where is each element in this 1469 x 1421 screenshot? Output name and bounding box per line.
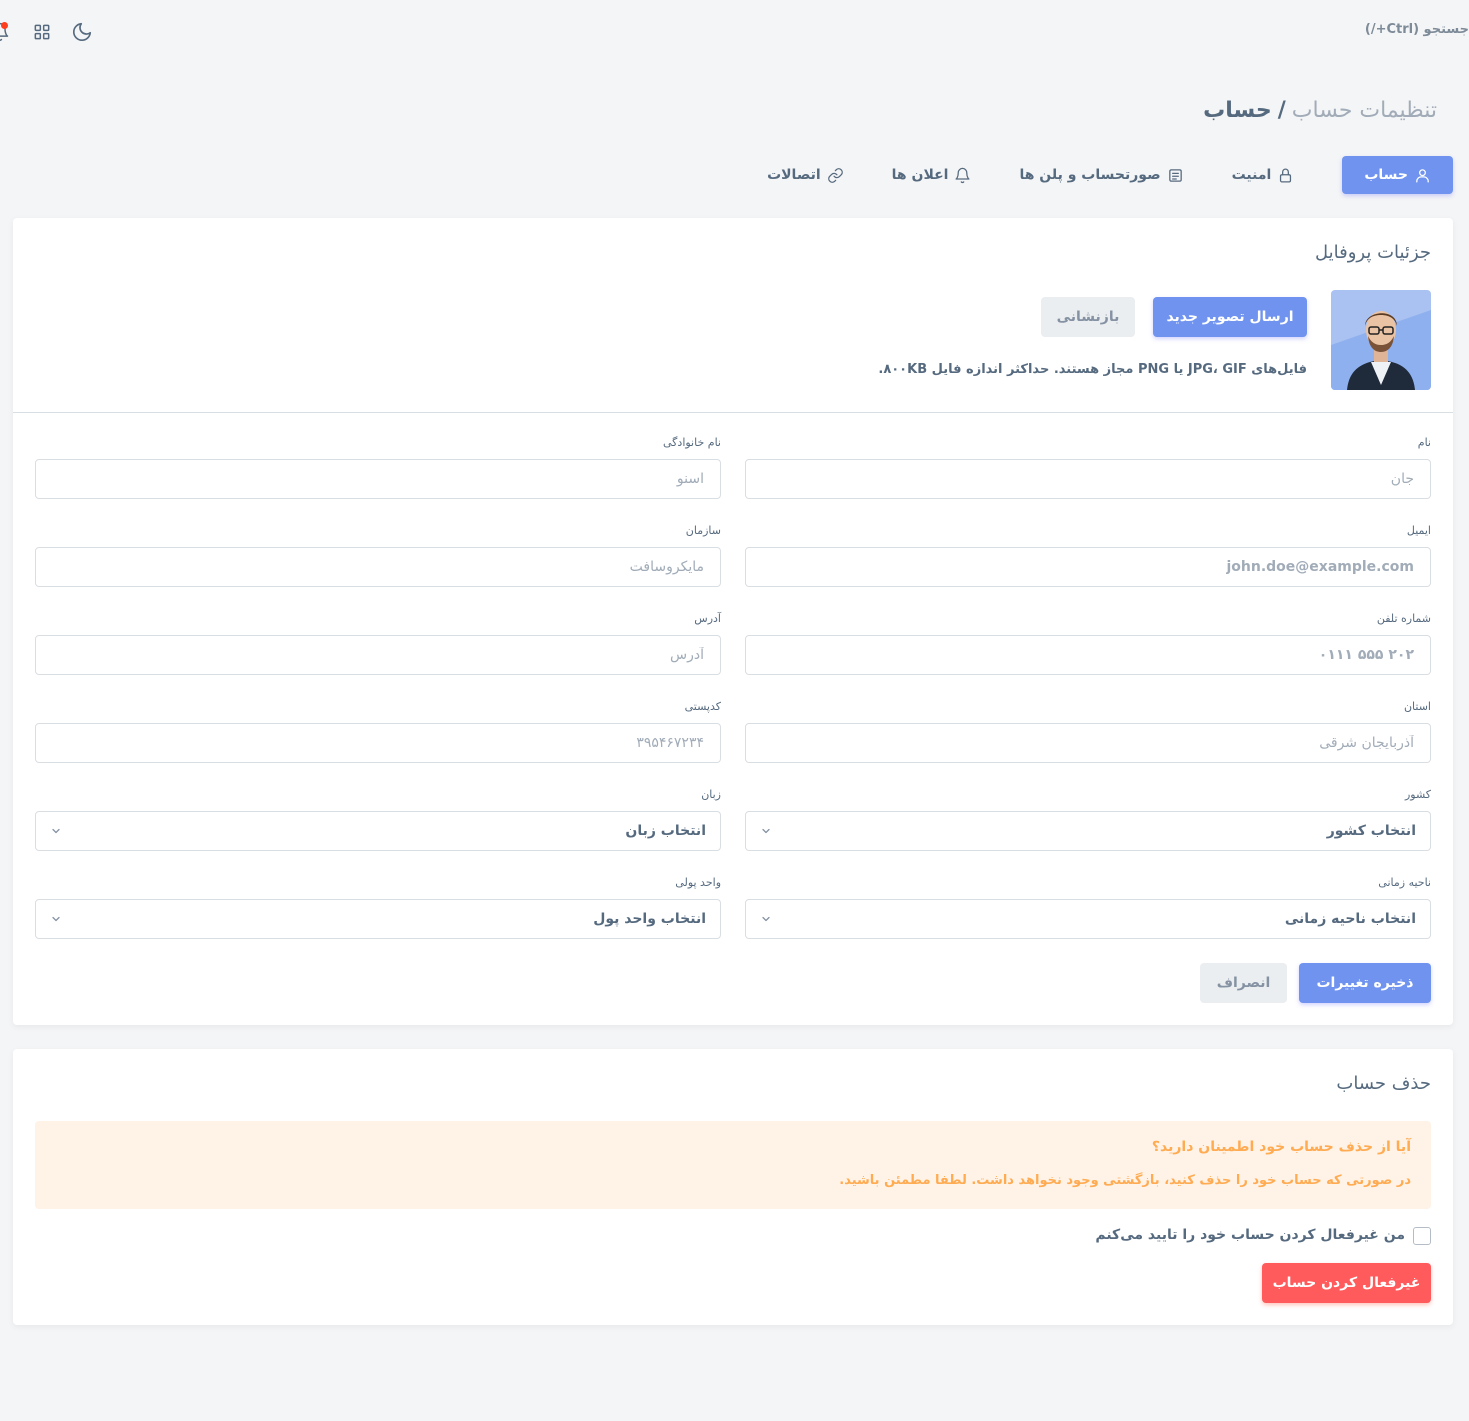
tab-security[interactable]: امنیت (1210, 156, 1317, 194)
address-label: آدرس (694, 612, 721, 625)
organization-input[interactable] (35, 547, 721, 587)
chevron-down-icon (760, 913, 772, 925)
confirm-deactivation-checkbox[interactable] (1413, 1227, 1431, 1245)
top-navbar: جستجو (Ctrl+/) (0, 0, 1469, 64)
chevron-down-icon (50, 913, 62, 925)
country-select-value: انتخاب کشور (1326, 823, 1416, 839)
card-divider (13, 412, 1453, 413)
delete-account-title: حذف حساب (1336, 1073, 1431, 1094)
tab-label: حساب (1364, 167, 1408, 183)
tab-label: امنیت (1231, 167, 1272, 183)
deactivate-account-button[interactable]: غیرفعال کردن حساب (1262, 1263, 1431, 1303)
profile-card: جزئیات پروفایل ارسال تصویر جدید بازنشانی… (13, 218, 1453, 1025)
lock-icon (1280, 168, 1292, 183)
email-label: ایمیل (1406, 524, 1431, 537)
upload-hint-text: فایل‌های JPG، GIF یا PNG مجاز هستند. حدا… (878, 362, 1307, 377)
chevron-down-icon (50, 825, 62, 837)
currency-label: واحد پولی (675, 876, 721, 889)
confirm-deactivation-label[interactable]: من غیرفعال کردن حساب خود را تایید می‌کنم (1095, 1227, 1405, 1243)
link-icon (827, 167, 843, 183)
alert-body: در صورتی که حساب خود را حذف کنید، بازگشت… (839, 1173, 1411, 1188)
search-hint[interactable]: جستجو (Ctrl+/) (1365, 22, 1469, 37)
last-name-input[interactable] (35, 459, 721, 499)
breadcrumb-current: حساب (1203, 98, 1272, 123)
country-select[interactable]: انتخاب کشور (745, 811, 1431, 851)
tab-billing[interactable]: صورتحساب و پلن ها (997, 156, 1205, 194)
state-input[interactable] (745, 723, 1431, 763)
first-name-input[interactable] (745, 459, 1431, 499)
profile-card-title: جزئیات پروفایل (1314, 242, 1431, 263)
tab-label: اتصالات (767, 167, 821, 183)
apps-grid-icon[interactable] (28, 18, 56, 46)
receipt-icon (1168, 168, 1182, 182)
tab-account[interactable]: حساب (1342, 156, 1453, 194)
notification-dot (1, 22, 8, 29)
tab-notifications[interactable]: اعلان ها (870, 156, 994, 194)
country-label: کشور (1404, 788, 1431, 801)
timezone-label: ناحیه زمانی (1378, 876, 1431, 889)
chevron-down-icon (760, 825, 772, 837)
currency-select-value: انتخاب واحد پول (593, 911, 706, 927)
email-input[interactable] (745, 547, 1431, 587)
save-changes-button[interactable]: ذخیره تغییرات (1299, 963, 1431, 1003)
alert-heading: آیا از حذف حساب خود اطمینان دارید؟ (1151, 1139, 1411, 1155)
profile-avatar (1331, 290, 1431, 390)
address-input[interactable] (35, 635, 721, 675)
first-name-label: نام (1417, 436, 1431, 449)
bell-icon (955, 167, 970, 183)
settings-tabs: حساب امنیت صورتحساب و پلن ها اعلان ها ات… (745, 156, 1453, 194)
breadcrumb-parent: تنظیمات حساب (1291, 98, 1437, 123)
delete-warning-alert: آیا از حذف حساب خود اطمینان دارید؟ در صو… (35, 1121, 1431, 1209)
phone-label: شماره تلفن (1376, 612, 1431, 625)
zip-input[interactable] (35, 723, 721, 763)
language-select[interactable]: انتخاب زبان (35, 811, 721, 851)
timezone-select-value: انتخاب ناحیه زمانی (1284, 911, 1416, 927)
upload-photo-button[interactable]: ارسال تصویر جدید (1153, 297, 1307, 337)
language-label: زبان (701, 788, 721, 801)
timezone-select[interactable]: انتخاب ناحیه زمانی (745, 899, 1431, 939)
zip-label: کدپستی (684, 700, 721, 713)
organization-label: سازمان (685, 524, 721, 537)
tab-label: اعلان ها (891, 167, 949, 183)
currency-select[interactable]: انتخاب واحد پول (35, 899, 721, 939)
state-label: استان (1403, 700, 1431, 713)
notification-bell-icon[interactable] (0, 18, 14, 46)
cancel-button[interactable]: انصراف (1200, 963, 1287, 1003)
tab-label: صورتحساب و پلن ها (1019, 167, 1161, 183)
last-name-label: نام خانوادگی (663, 436, 721, 449)
delete-account-card: حذف حساب آیا از حذف حساب خود اطمینان دار… (13, 1049, 1453, 1325)
user-icon (1416, 168, 1429, 183)
topbar-icons (0, 18, 96, 46)
language-select-value: انتخاب زبان (625, 823, 706, 839)
breadcrumb-separator: / (1277, 98, 1286, 123)
phone-input[interactable] (745, 635, 1431, 675)
reset-photo-button[interactable]: بازنشانی (1041, 297, 1135, 337)
page-title: تنظیمات حساب/حساب (1203, 98, 1437, 123)
moon-icon[interactable] (68, 18, 96, 46)
tab-connections[interactable]: اتصالات (745, 156, 866, 194)
